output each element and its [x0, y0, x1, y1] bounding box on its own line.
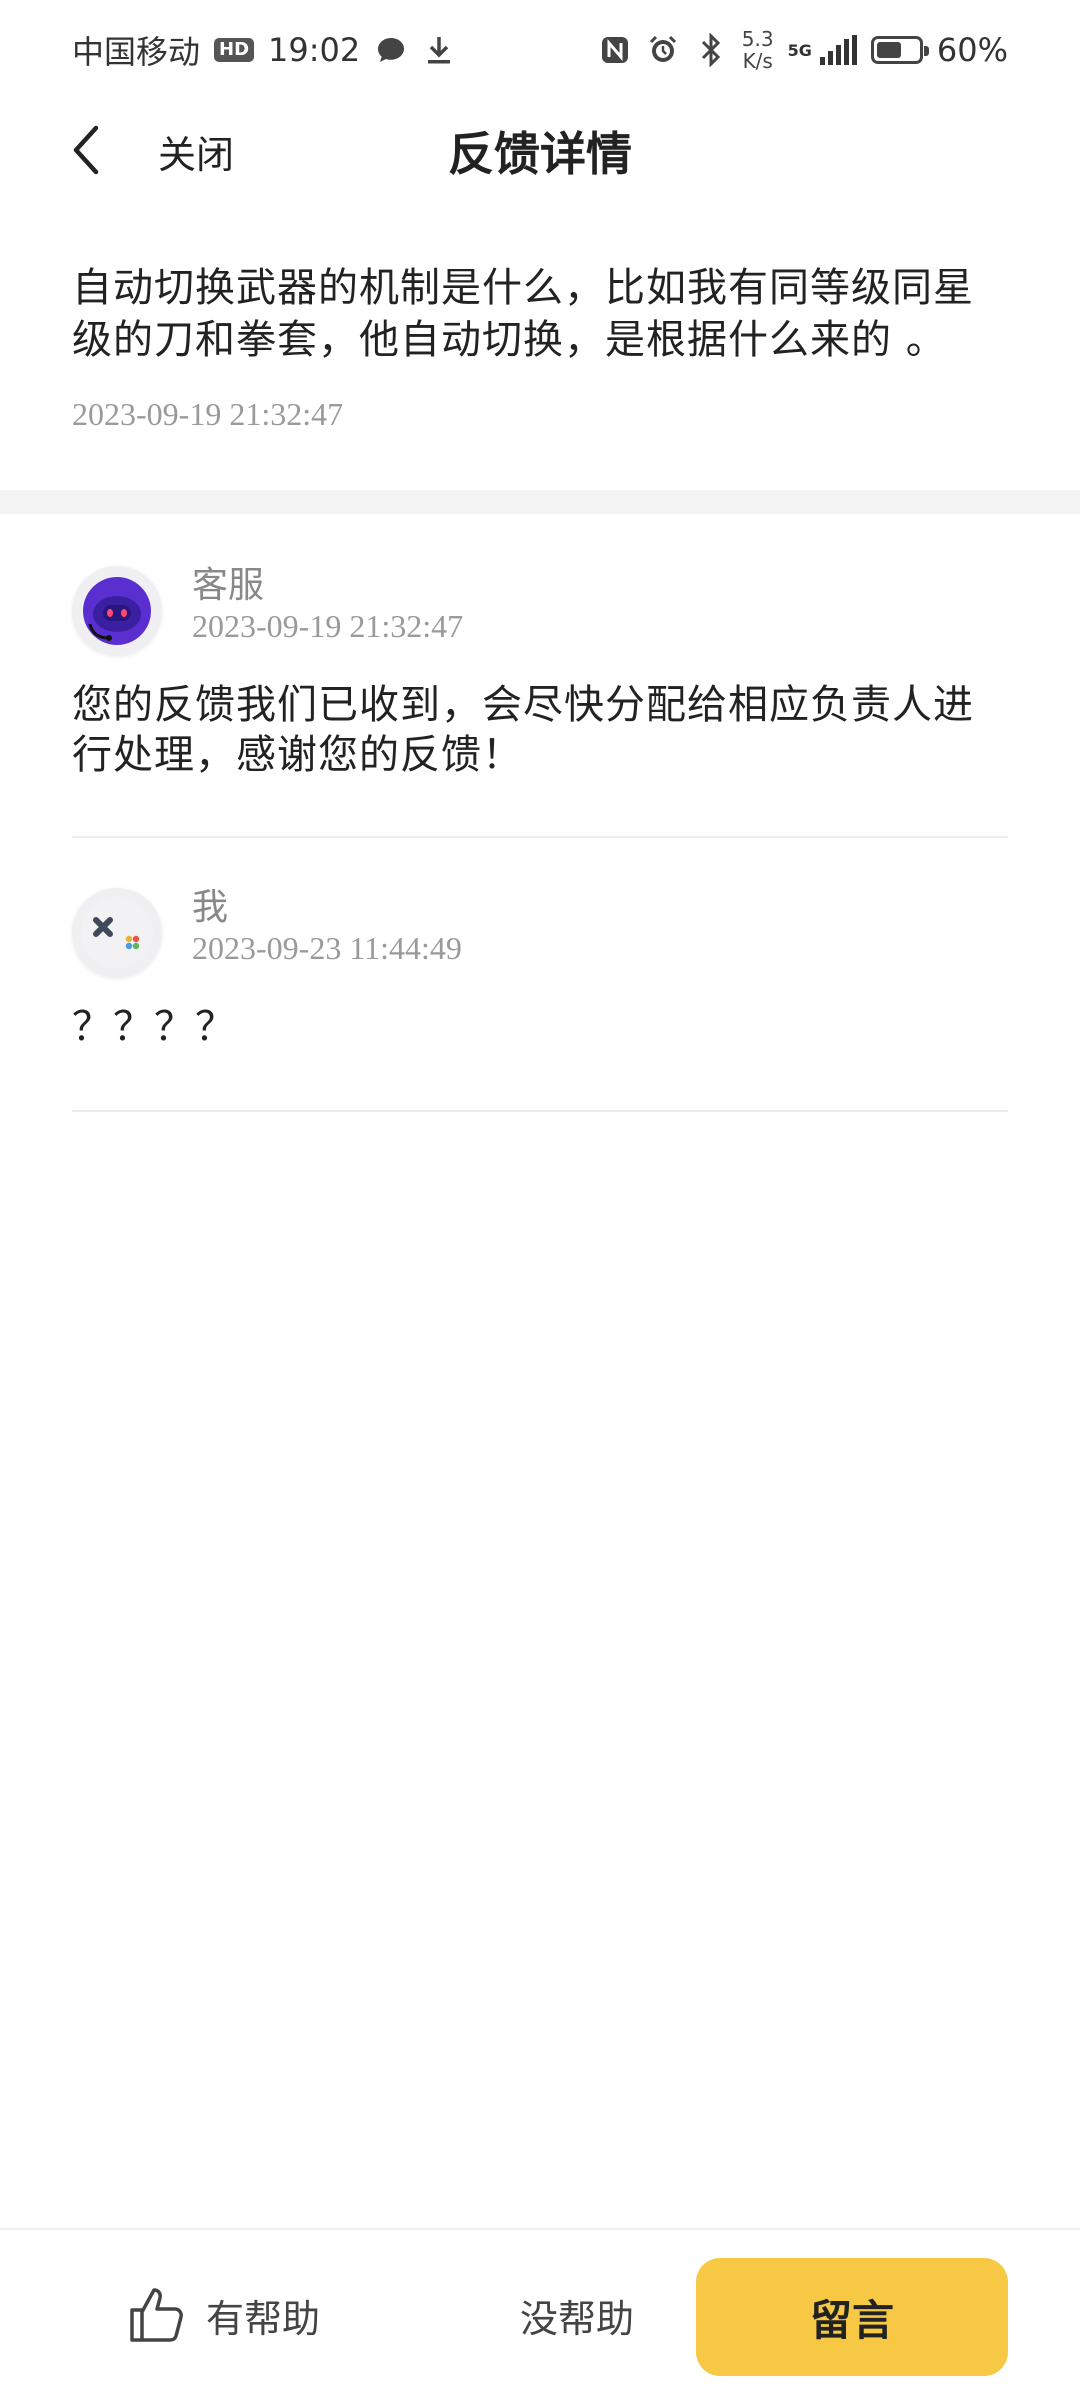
bottom-action-bar: 有帮助 没帮助 留言: [0, 2228, 1080, 2400]
battery-icon: [870, 36, 929, 64]
network-type: 5G: [787, 40, 812, 60]
carrier-name: 中国移动: [72, 33, 201, 71]
reply-header: 客服 2023-09-19 21:32:47: [72, 566, 1008, 656]
hd-badge: HD: [214, 38, 255, 62]
helpful-button[interactable]: 有帮助: [126, 2280, 320, 2350]
network-speed: 5.3 K/s: [742, 28, 774, 72]
reply-author: 客服: [192, 565, 265, 606]
reply-header: 我 2023-09-23 11:44:49: [72, 888, 1008, 978]
reply-author: 我: [192, 887, 229, 928]
helpful-label: 有帮助: [206, 2296, 321, 2341]
battery-percent: 60%: [936, 31, 1008, 69]
bluetooth-icon: [694, 33, 728, 67]
question-text: 自动切换武器的机制是什么，比如我有同等级同星级的刀和拳套，他自动切换，是根据什么…: [72, 265, 974, 363]
comment-button[interactable]: 留言: [696, 2258, 1008, 2376]
reply-divider: [72, 1110, 1008, 1112]
speed-value: 5.3: [741, 27, 774, 51]
message-icon: [374, 33, 408, 67]
reply-text: ？？？？: [72, 1004, 236, 1050]
reply-meta: 我 2023-09-23 11:44:49: [192, 888, 462, 967]
battery-fill: [876, 42, 901, 58]
status-bar: 中国移动 HD 19:02 5.3 K/s 5G 60%: [0, 0, 1080, 100]
nav-header: 关闭 反馈详情: [0, 100, 1080, 200]
question-timestamp: 2023-09-19 21:32:47: [72, 396, 344, 432]
robot-support-avatar: [72, 566, 162, 656]
status-bar-left: 中国移动 HD 19:02: [72, 27, 456, 73]
clock: 19:02: [268, 31, 361, 69]
status-bar-right: 5.3 K/s 5G 60%: [598, 28, 1008, 72]
feedback-detail-screen: 中国移动 HD 19:02 5.3 K/s 5G 60% 关闭 反馈详情 自动切…: [0, 0, 1080, 2400]
comment-label: 留言: [809, 2295, 894, 2345]
unhelpful-button[interactable]: 没帮助: [520, 2288, 634, 2343]
reply-text: 您的反馈我们已收到，会尽快分配给相应负责人进行处理，感谢您的反馈！: [72, 682, 974, 778]
speed-unit: K/s: [742, 49, 773, 73]
reply-meta: 客服 2023-09-19 21:32:47: [192, 566, 463, 645]
reply-divider: [72, 836, 1008, 838]
nfc-icon: [598, 33, 632, 67]
download-icon: [422, 33, 456, 67]
section-divider: [0, 490, 1080, 514]
reply-item: 客服 2023-09-19 21:32:47 您的反馈我们已收到，会尽快分配给相…: [72, 566, 1008, 780]
reply-timestamp: 2023-09-23 11:44:49: [192, 930, 462, 966]
signal-icon: [819, 35, 857, 65]
reply-timestamp: 2023-09-19 21:32:47: [192, 608, 464, 644]
gamepad-avatar: [72, 888, 162, 978]
alarm-icon: [646, 33, 680, 67]
thumbs-up-icon: [130, 2288, 183, 2342]
reply-item: 我 2023-09-23 11:44:49 ？？？？: [72, 888, 1008, 1052]
feedback-question: 自动切换武器的机制是什么，比如我有同等级同星级的刀和拳套，他自动切换，是根据什么…: [72, 262, 1008, 433]
page-title: 反馈详情: [448, 127, 632, 181]
